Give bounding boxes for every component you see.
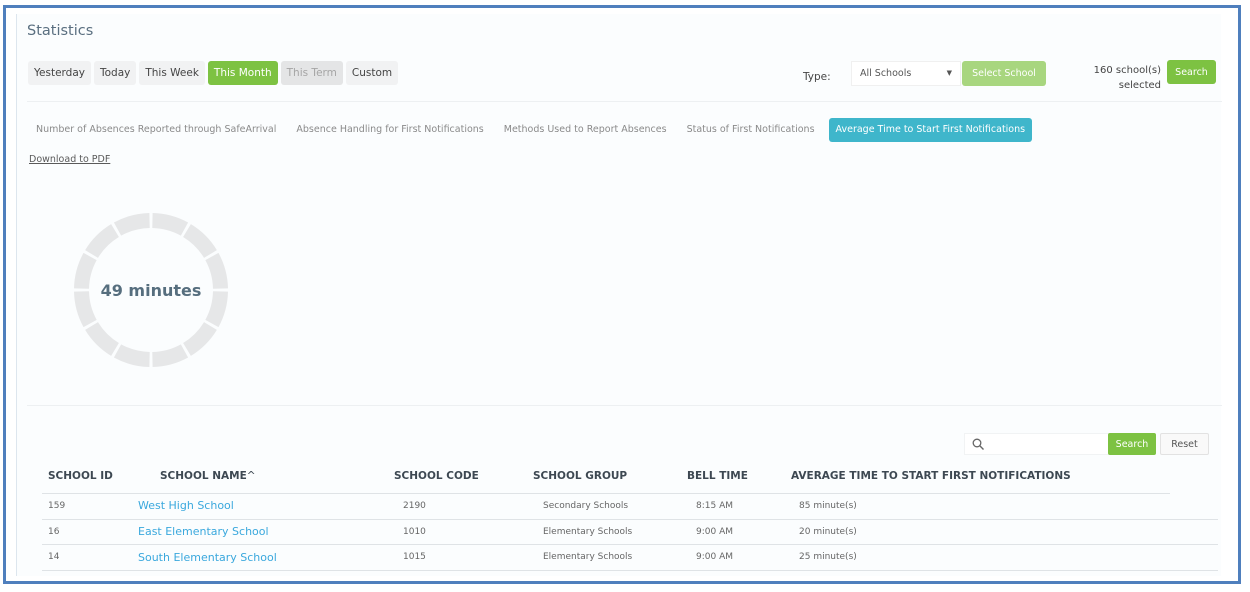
cell-school-group: Secondary Schools: [543, 501, 629, 511]
column-header-school-code[interactable]: SCHOOL CODE: [394, 470, 479, 482]
column-header-label: SCHOOL NAME: [160, 470, 247, 482]
column-header-school-id[interactable]: SCHOOL ID: [48, 470, 113, 482]
tab-report-methods[interactable]: Methods Used to Report Absences: [494, 118, 677, 142]
column-header-school-group[interactable]: SCHOOL GROUP: [533, 470, 627, 482]
search-icon: [972, 438, 984, 450]
reset-button[interactable]: Reset: [1160, 433, 1209, 455]
cell-school-code: 1010: [403, 527, 426, 537]
type-label: Type:: [803, 71, 831, 83]
selected-count-suffix: selected: [1118, 80, 1161, 91]
row-divider: [42, 519, 1218, 520]
cell-bell-time: 8:15 AM: [696, 501, 733, 511]
school-name-link[interactable]: West High School: [138, 499, 234, 512]
range-custom-button[interactable]: Custom: [345, 61, 399, 85]
cell-average-time: 85 minute(s): [799, 501, 857, 511]
column-header-average-time[interactable]: AVERAGE TIME TO START FIRST NOTIFICATION…: [791, 470, 1071, 482]
range-today-button[interactable]: Today: [93, 61, 137, 85]
cell-school-group: Elementary Schools: [543, 527, 633, 537]
page-title: Statistics: [27, 23, 94, 39]
table-search-button[interactable]: Search: [1108, 433, 1156, 455]
select-school-button[interactable]: Select School: [962, 61, 1046, 86]
selected-count-number: 160 school(s): [1093, 65, 1161, 76]
table-header-divider: [42, 493, 1170, 494]
chevron-down-icon: ▼: [946, 69, 952, 77]
tab-absence-handling[interactable]: Absence Handling for First Notifications: [286, 118, 493, 142]
column-header-bell-time[interactable]: BELL TIME: [687, 470, 748, 482]
divider: [27, 101, 1222, 102]
range-this-term-button[interactable]: This Term: [280, 61, 343, 85]
range-this-month-button[interactable]: This Month: [207, 61, 278, 85]
cell-school-code: 2190: [403, 501, 426, 511]
sort-ascending-icon: ^: [246, 470, 256, 482]
divider: [27, 405, 1222, 406]
report-tabs: Number of Absences Reported through Safe…: [27, 118, 1033, 142]
school-name-link[interactable]: East Elementary School: [138, 525, 269, 538]
row-divider: [42, 570, 1218, 571]
type-select-value: All Schools: [860, 68, 912, 79]
cell-school-id: 159: [48, 501, 66, 511]
cell-average-time: 20 minute(s): [799, 527, 857, 537]
school-name-link[interactable]: South Elementary School: [138, 551, 277, 564]
cell-bell-time: 9:00 AM: [696, 527, 733, 537]
cell-school-id: 14: [48, 552, 60, 562]
range-this-week-button[interactable]: This Week: [139, 61, 205, 85]
table-search-box[interactable]: [964, 433, 1109, 455]
type-select[interactable]: All Schools ▼: [851, 61, 961, 86]
cell-school-group: Elementary Schools: [543, 552, 633, 562]
cell-school-code: 1015: [403, 552, 426, 562]
cell-bell-time: 9:00 AM: [696, 552, 733, 562]
tab-absences-reported[interactable]: Number of Absences Reported through Safe…: [27, 118, 286, 142]
date-range-group: Yesterday Today This Week This Month Thi…: [28, 61, 399, 85]
table-search-input[interactable]: [991, 436, 1101, 452]
tab-notification-status[interactable]: Status of First Notifications: [677, 118, 825, 142]
filter-search-button[interactable]: Search: [1167, 60, 1216, 84]
statistics-panel: Statistics Yesterday Today This Week Thi…: [16, 14, 1222, 576]
selected-count: 160 school(s) selected: [1087, 63, 1161, 93]
range-yesterday-button[interactable]: Yesterday: [28, 61, 91, 85]
column-header-school-name[interactable]: SCHOOL NAME^: [160, 470, 256, 482]
cell-school-id: 16: [48, 527, 60, 537]
donut-center-label: 49 minutes: [100, 280, 202, 300]
download-pdf-link[interactable]: Download to PDF: [29, 154, 110, 165]
cell-average-time: 25 minute(s): [799, 552, 857, 562]
row-divider: [42, 544, 1218, 545]
tab-average-time[interactable]: Average Time to Start First Notification…: [828, 118, 1033, 142]
screenshot-frame: Statistics Yesterday Today This Week Thi…: [3, 5, 1241, 584]
